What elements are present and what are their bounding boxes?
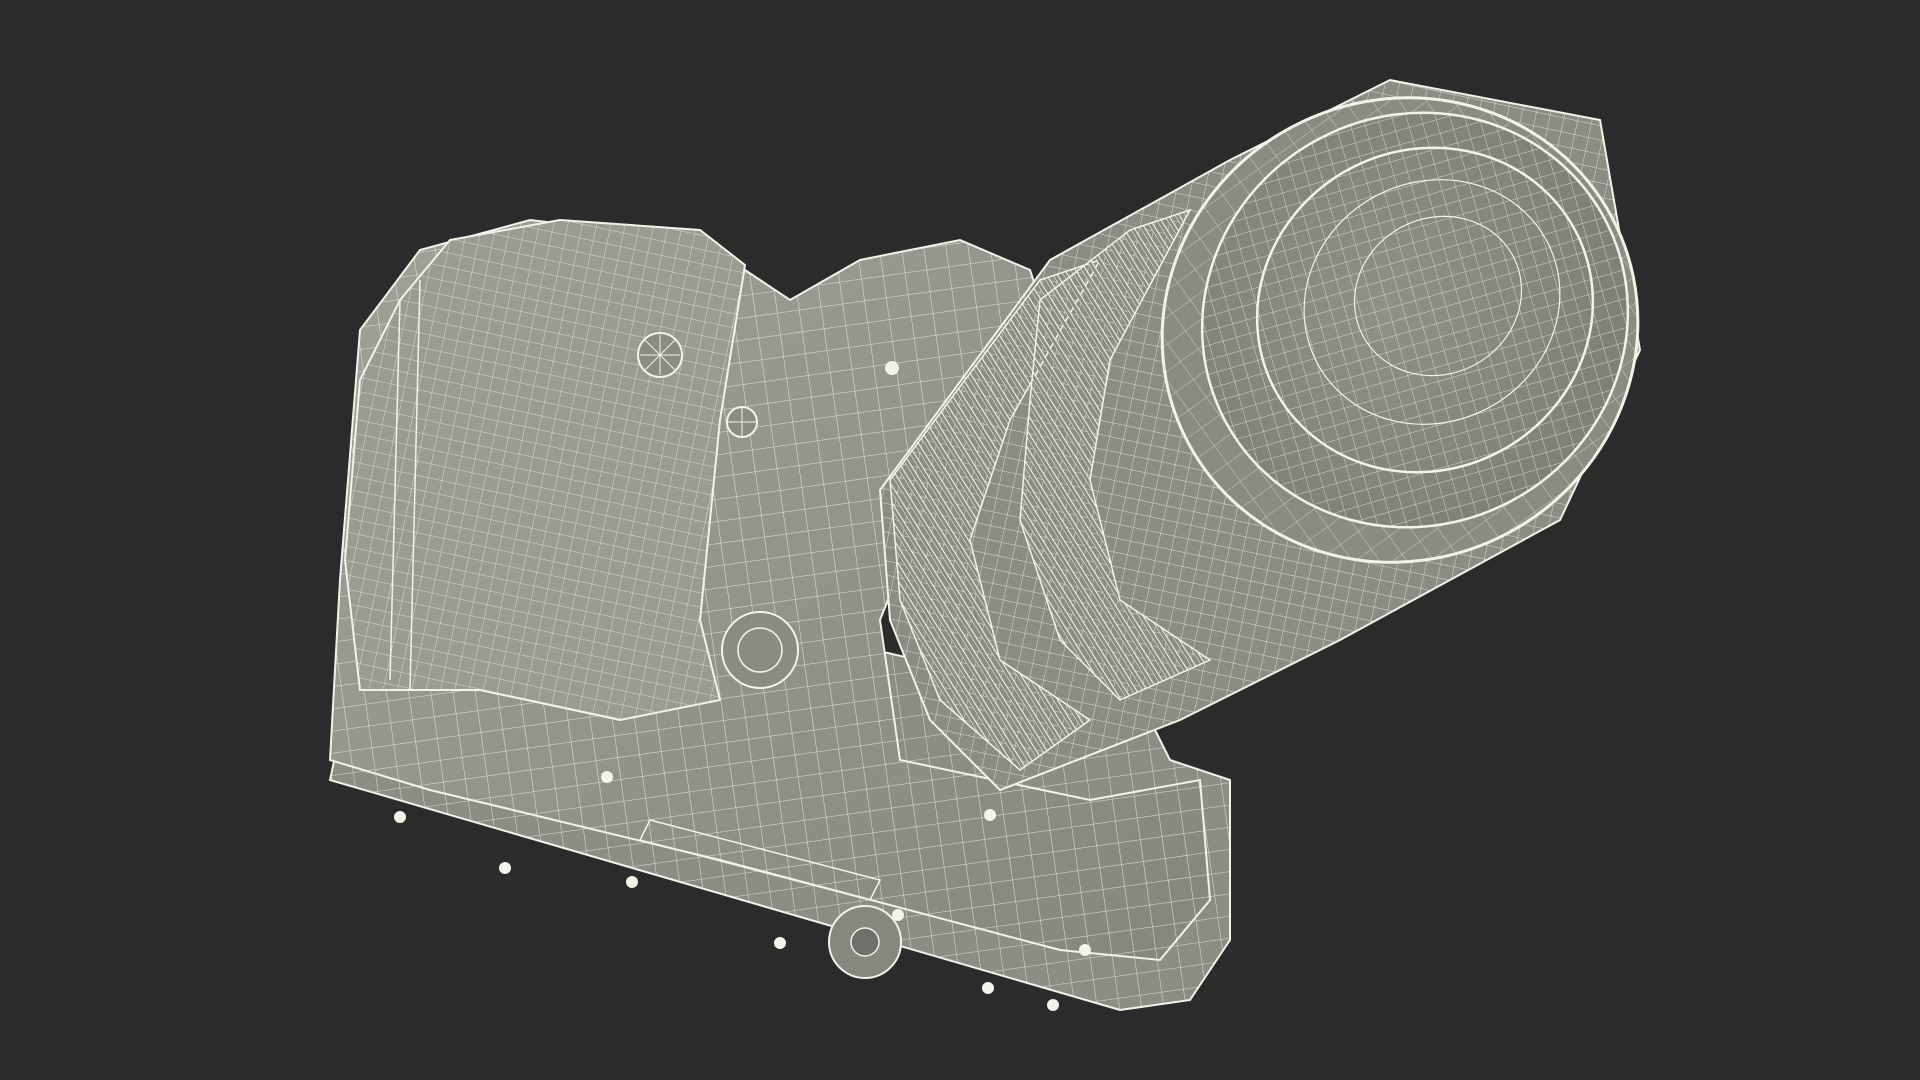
side-dial (721, 611, 799, 689)
render-viewport (0, 0, 1920, 1080)
camera-lens (878, 78, 1642, 792)
screw-hole (885, 361, 899, 375)
camera-wireframe-render (328, 78, 1642, 1012)
